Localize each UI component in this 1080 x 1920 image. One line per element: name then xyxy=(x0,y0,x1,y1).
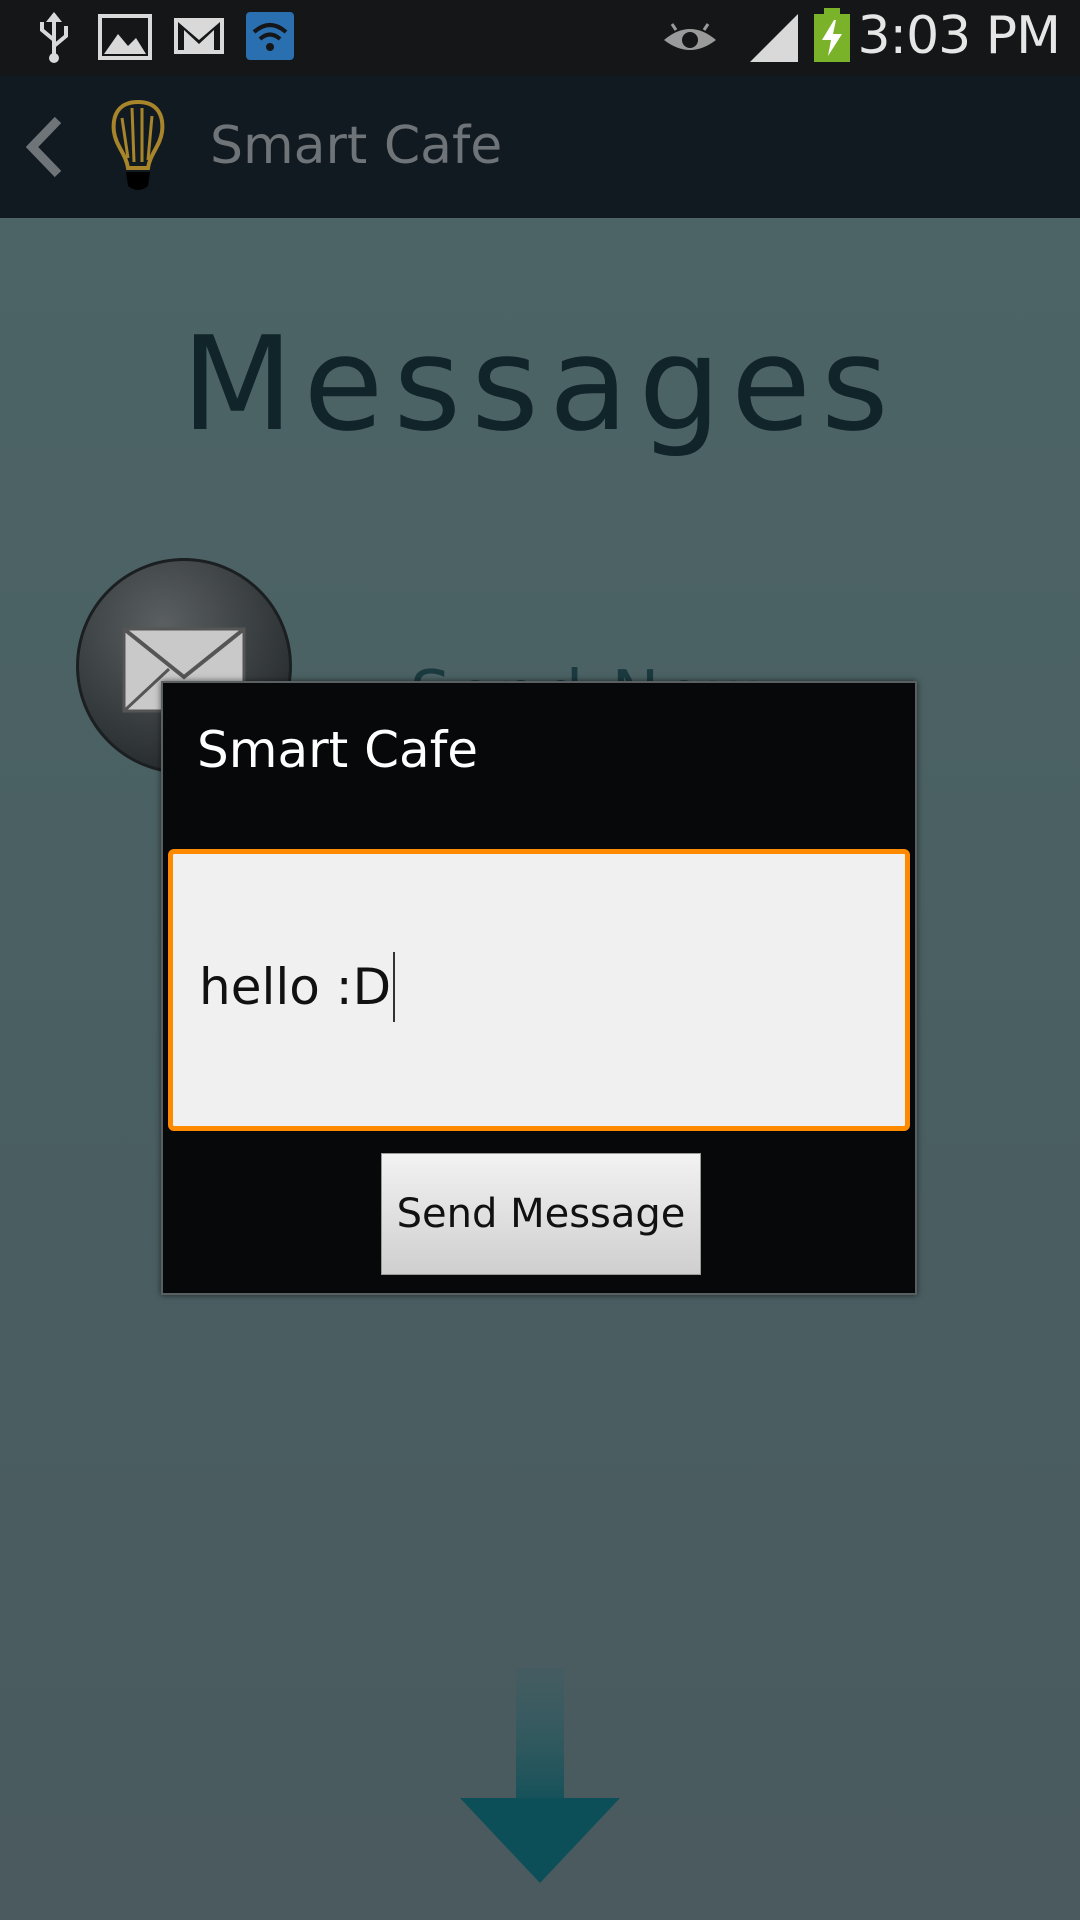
wifi-app-icon xyxy=(246,12,294,64)
message-input[interactable]: hello :D xyxy=(168,849,910,1131)
status-bar: 3:03 PM xyxy=(0,0,1080,76)
gmail-icon xyxy=(172,16,226,60)
message-dialog: Smart Cafe hello :D Send Message xyxy=(161,681,917,1295)
usb-icon xyxy=(34,10,74,70)
action-bar: Smart Cafe xyxy=(0,76,1080,220)
app-logo-icon[interactable] xyxy=(108,98,168,202)
down-arrow-icon xyxy=(450,1668,630,1912)
back-chevron-icon[interactable] xyxy=(25,116,66,182)
send-message-button[interactable]: Send Message xyxy=(381,1153,701,1275)
battery-charging-icon xyxy=(812,8,852,68)
dialog-title: Smart Cafe xyxy=(197,721,479,779)
gallery-icon xyxy=(98,14,152,64)
status-time: 3:03 PM xyxy=(857,6,1061,66)
message-input-value: hello :D xyxy=(199,951,396,1022)
eye-icon xyxy=(662,18,718,62)
app-title: Smart Cafe xyxy=(210,116,503,176)
page-title: Messages xyxy=(181,308,899,460)
text-caret xyxy=(393,951,396,1022)
signal-icon xyxy=(750,14,798,66)
